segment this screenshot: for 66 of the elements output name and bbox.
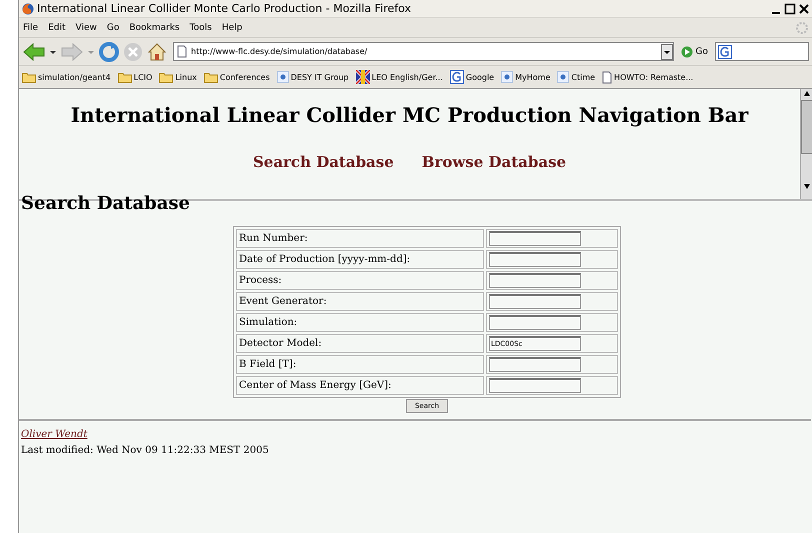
maximize-icon[interactable] [784,2,796,14]
input-field[interactable] [489,252,581,267]
page-icon [602,70,612,84]
bookmark-item[interactable]: simulation/geant4 [22,71,111,83]
throbber-icon [795,20,809,34]
field-label: Detector Model: [236,334,484,353]
dropdown-caret-icon[interactable] [660,44,673,60]
scrollbar[interactable] [800,89,812,199]
bookmark-item[interactable]: HOWTO: Remaste... [602,70,694,84]
scroll-up-icon[interactable] [802,89,812,98]
bookmark-item[interactable]: Google [450,70,494,84]
menu-item[interactable]: Help [222,22,242,32]
folder-icon [22,71,36,83]
menu-item[interactable]: File [23,22,38,32]
scroll-down-icon[interactable] [802,182,812,191]
input-field[interactable] [489,378,581,393]
field-label: B Field [T]: [236,355,484,374]
field-label: Event Generator: [236,292,484,311]
bookmark-item[interactable]: MyHome [501,71,550,83]
menu-item[interactable]: Go [106,22,120,32]
home-icon[interactable] [147,42,167,62]
folder-icon [118,71,132,83]
menu-item[interactable]: Bookmarks [129,22,180,32]
bookmark-item[interactable]: Linux [159,71,197,83]
network-icon [501,71,514,83]
bookmark-item[interactable]: DESY IT Group [276,71,349,83]
bookmark-item[interactable]: LCIO [118,71,152,83]
go-button[interactable]: Go [678,46,711,58]
bookmark-item[interactable]: Conferences [204,71,270,83]
back-arrow-icon[interactable] [23,42,45,60]
nav-link[interactable]: Search Database [252,153,394,171]
close-icon[interactable] [798,2,810,14]
network-icon [557,71,570,83]
window-title: International Linear Collider Monte Carlo Production - Mozilla Firefox [37,2,412,15]
section-heading: Search Database [21,193,191,214]
google-g-icon [718,44,734,58]
page-heading: International Linear Collider MC Production Navigation Bar [70,103,748,127]
bookmark-item[interactable]: LEO English/Ger... [356,70,443,84]
menu-item[interactable]: View [76,22,97,32]
page-icon [177,45,187,58]
scroll-thumb[interactable] [801,100,812,154]
bookmark-item[interactable]: Ctime [557,71,596,83]
nav-link[interactable]: Browse Database [422,153,566,171]
search-field[interactable] [715,42,809,61]
input-field[interactable] [489,315,581,330]
folder-icon [204,71,218,83]
menu-item[interactable]: Tools [190,22,212,32]
last-modified-text: Last modified: Wed Nov 09 11:22:33 MEST 2005 [21,445,270,456]
menu-item[interactable]: Edit [48,22,66,32]
field-label: Simulation: [236,313,484,332]
network-icon [276,71,289,83]
firefox-icon [22,2,34,14]
field-label: Process: [236,271,484,290]
field-label: Run Number: [236,229,484,248]
field-label: Center of Mass Energy [GeV]: [236,376,484,395]
input-field[interactable] [489,273,581,288]
folder-icon [159,71,174,83]
reload-icon[interactable] [99,42,119,62]
author-link[interactable]: Oliver Wendt [21,429,811,440]
address-bar[interactable]: http://www-flc.desy.de/simulation/database/ [173,42,674,61]
flag-icon [356,70,370,84]
google-g-icon [450,70,464,84]
input-field[interactable] [489,357,581,372]
input-field[interactable] [489,294,581,309]
input-field[interactable] [489,231,581,246]
field-label: Date of Production [yyyy-mm-dd]: [236,250,484,269]
